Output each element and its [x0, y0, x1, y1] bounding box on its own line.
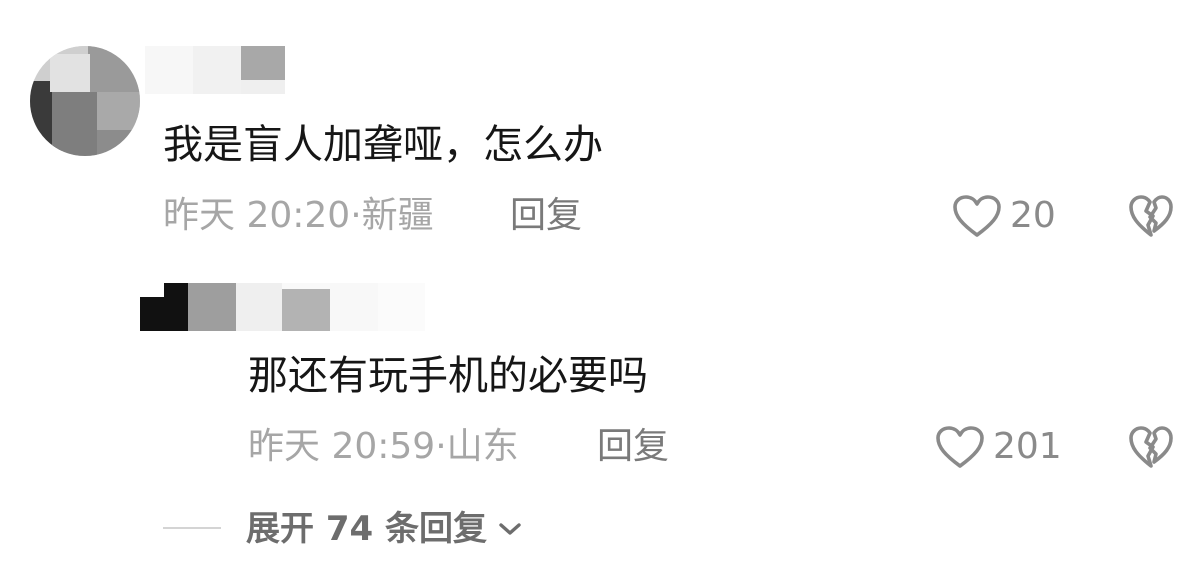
- chevron-down-icon: [499, 523, 521, 535]
- reply-location: 山东: [446, 426, 519, 467]
- meta-separator: ·: [435, 426, 447, 467]
- reply-avatar-username-censored: [140, 283, 425, 331]
- avatar[interactable]: [30, 46, 140, 156]
- dislike-button[interactable]: [1128, 194, 1174, 242]
- like-button[interactable]: 20: [952, 194, 1056, 238]
- expand-replies-label: 展开 74 条回复: [246, 509, 487, 549]
- meta-separator: ·: [350, 195, 362, 236]
- comment-time: 昨天 20:20: [163, 195, 351, 236]
- broken-heart-icon: [1129, 426, 1173, 468]
- comment-text: 我是盲人加聋哑，怎么办: [163, 122, 603, 168]
- broken-heart-icon: [1129, 195, 1173, 237]
- reply-meta: 昨天 20:59·山东: [248, 425, 519, 469]
- username-censored: [145, 46, 285, 94]
- dislike-button[interactable]: [1128, 425, 1174, 473]
- expand-divider: [163, 527, 221, 529]
- reply-button[interactable]: 回复: [597, 425, 669, 469]
- like-count: 201: [993, 426, 1062, 467]
- reply-time: 昨天 20:59: [248, 426, 436, 467]
- reply-text: 那还有玩手机的必要吗: [248, 353, 648, 399]
- like-button[interactable]: 201: [935, 425, 1062, 469]
- heart-outline-icon: [936, 426, 984, 468]
- heart-outline-icon: [953, 195, 1001, 237]
- like-count: 20: [1010, 195, 1056, 236]
- comment-meta: 昨天 20:20·新疆: [163, 194, 434, 238]
- reply-button[interactable]: 回复: [510, 194, 582, 238]
- expand-replies-button[interactable]: 展开 74 条回复: [246, 507, 523, 551]
- comment-location: 新疆: [361, 195, 434, 236]
